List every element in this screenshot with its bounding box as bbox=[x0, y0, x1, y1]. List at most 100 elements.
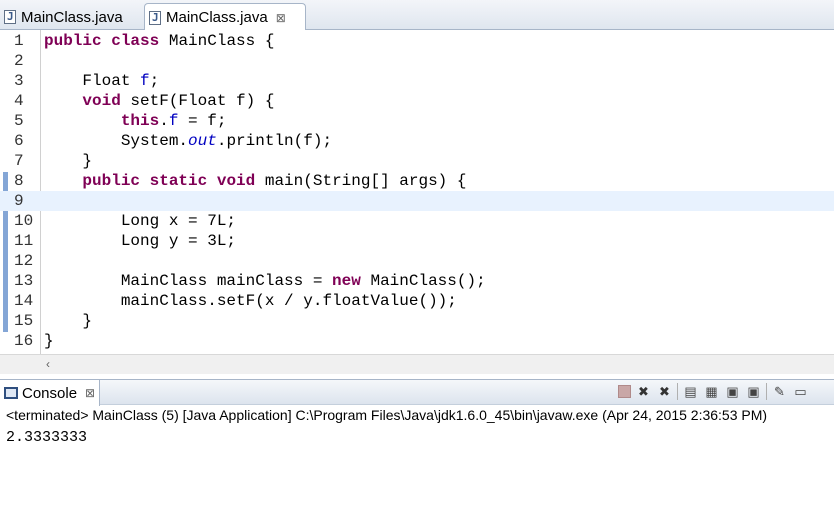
code-text: void setF(Float f) { bbox=[44, 91, 274, 111]
code-token: . bbox=[159, 112, 169, 130]
tab-console[interactable]: Console ⊠ bbox=[0, 380, 100, 406]
console-output: 2.3333333 bbox=[6, 429, 88, 446]
code-text: } bbox=[44, 331, 54, 351]
display-console-icon[interactable]: ▭ bbox=[792, 383, 809, 400]
code-line[interactable]: 15 } bbox=[0, 311, 834, 331]
close-icon[interactable]: ⊠ bbox=[276, 11, 286, 25]
show-stdout-icon[interactable]: ▣ bbox=[724, 383, 741, 400]
code-text: public class MainClass { bbox=[44, 31, 274, 51]
pin-console-icon[interactable]: ✎ bbox=[771, 383, 788, 400]
code-token: } bbox=[44, 312, 93, 330]
code-line[interactable]: 12 bbox=[0, 251, 834, 271]
toolbar-separator bbox=[766, 383, 767, 400]
code-line[interactable]: 6 System.out.println(f); bbox=[0, 131, 834, 151]
code-line[interactable]: 2 bbox=[0, 51, 834, 71]
code-text: System.out.println(f); bbox=[44, 131, 332, 151]
code-text: public static void main(String[] args) { bbox=[44, 171, 466, 191]
code-line[interactable]: 10 Long x = 7L; bbox=[0, 211, 834, 231]
clear-console-icon[interactable]: ▤ bbox=[682, 383, 699, 400]
code-text: } bbox=[44, 311, 92, 331]
code-token: new bbox=[332, 272, 361, 290]
console-tab-bar: Console ⊠ ✖ ✖ ▤ ▦ ▣ ▣ ✎ ▭ bbox=[0, 379, 834, 406]
code-line[interactable]: 11 Long y = 3L; bbox=[0, 231, 834, 251]
code-line[interactable]: 4 void setF(Float f) { bbox=[0, 91, 834, 111]
code-token: MainClass mainClass = bbox=[44, 272, 333, 290]
close-icon[interactable]: ⊠ bbox=[85, 386, 95, 400]
code-token: void bbox=[82, 92, 121, 110]
console-toolbar: ✖ ✖ ▤ ▦ ▣ ▣ ✎ ▭ bbox=[618, 383, 809, 400]
toolbar-separator bbox=[677, 383, 678, 400]
code-token: setF(Float f) { bbox=[120, 92, 275, 110]
code-text: mainClass.setF(x / y.floatValue()); bbox=[44, 291, 457, 311]
code-token: main(String[] args) { bbox=[255, 172, 467, 190]
line-number: 13 bbox=[14, 272, 34, 290]
scroll-left-icon[interactable]: ‹ bbox=[46, 357, 50, 371]
code-token: } bbox=[44, 152, 93, 170]
line-number: 8 bbox=[14, 172, 24, 190]
tab-mainclass-java-1[interactable]: MainClass.java bbox=[0, 4, 143, 30]
code-line[interactable]: 1 public class MainClass { bbox=[0, 31, 834, 51]
line-number: 9 bbox=[14, 192, 24, 210]
code-token: out bbox=[188, 132, 217, 150]
remove-launch-icon[interactable]: ✖ bbox=[635, 383, 652, 400]
horizontal-scrollbar[interactable]: ‹ bbox=[0, 354, 834, 374]
code-text: this.f = f; bbox=[44, 111, 227, 131]
line-number: 6 bbox=[14, 132, 24, 150]
console-status: <terminated> MainClass (5) [Java Applica… bbox=[6, 407, 768, 423]
code-token: System. bbox=[44, 132, 189, 150]
code-line[interactable]: 5 this.f = f; bbox=[0, 111, 834, 131]
code-token: this bbox=[120, 112, 160, 130]
line-number: 2 bbox=[14, 52, 24, 70]
show-stderr-icon[interactable]: ▣ bbox=[745, 383, 762, 400]
code-token: f bbox=[168, 112, 179, 130]
code-token: public bbox=[82, 172, 141, 190]
line-number: 3 bbox=[14, 72, 24, 90]
code-line[interactable]: 3 Float f; bbox=[0, 71, 834, 91]
code-token: class bbox=[111, 32, 160, 50]
code-token: static bbox=[149, 172, 208, 190]
code-text: Long x = 7L; bbox=[44, 211, 236, 231]
remove-all-icon[interactable]: ✖ bbox=[656, 383, 673, 400]
code-line[interactable]: 16} bbox=[0, 331, 834, 351]
code-line[interactable]: 13 MainClass mainClass = new MainClass()… bbox=[0, 271, 834, 291]
code-token: MainClass { bbox=[159, 32, 275, 50]
code-token: void bbox=[216, 172, 256, 190]
editor-tab-bar: MainClass.java MainClass.java ⊠ bbox=[0, 0, 834, 31]
java-file-icon bbox=[149, 10, 161, 25]
code-line[interactable]: 9 bbox=[0, 191, 834, 211]
tab-label: MainClass.java bbox=[166, 9, 268, 26]
code-token: mainClass.setF(x / y.floatValue()); bbox=[44, 292, 457, 310]
console-icon bbox=[4, 387, 18, 399]
line-number: 14 bbox=[14, 292, 34, 310]
line-number: 1 bbox=[14, 32, 24, 50]
code-token: = f; bbox=[178, 112, 227, 130]
line-number: 15 bbox=[14, 312, 34, 330]
code-text: Float f; bbox=[44, 71, 159, 91]
scroll-lock-icon[interactable]: ▦ bbox=[703, 383, 720, 400]
code-token: Long y = 3L; bbox=[44, 232, 237, 250]
terminate-icon[interactable] bbox=[618, 385, 631, 398]
code-line[interactable]: 7 } bbox=[0, 151, 834, 171]
code-token: Long x = 7L; bbox=[44, 212, 237, 230]
line-number: 5 bbox=[14, 112, 24, 130]
code-editor[interactable]: 1 public class MainClass {2 3 Float f; 4 vo… bbox=[0, 30, 834, 354]
line-number: 10 bbox=[14, 212, 34, 230]
code-text: } bbox=[44, 151, 92, 171]
code-text: Long y = 3L; bbox=[44, 231, 236, 251]
java-file-icon bbox=[4, 10, 16, 24]
console-tab-label: Console bbox=[22, 384, 78, 402]
tab-mainclass-java-2[interactable]: MainClass.java ⊠ bbox=[144, 3, 306, 31]
line-number: 11 bbox=[14, 232, 34, 250]
code-line[interactable]: 8 public static void main(String[] args)… bbox=[0, 171, 834, 191]
code-token: } bbox=[44, 332, 54, 350]
code-token: f bbox=[140, 72, 150, 90]
code-line[interactable]: 14 mainClass.setF(x / y.floatValue()); bbox=[0, 291, 834, 311]
code-text: MainClass mainClass = new MainClass(); bbox=[44, 271, 486, 291]
line-number: 7 bbox=[14, 152, 24, 170]
